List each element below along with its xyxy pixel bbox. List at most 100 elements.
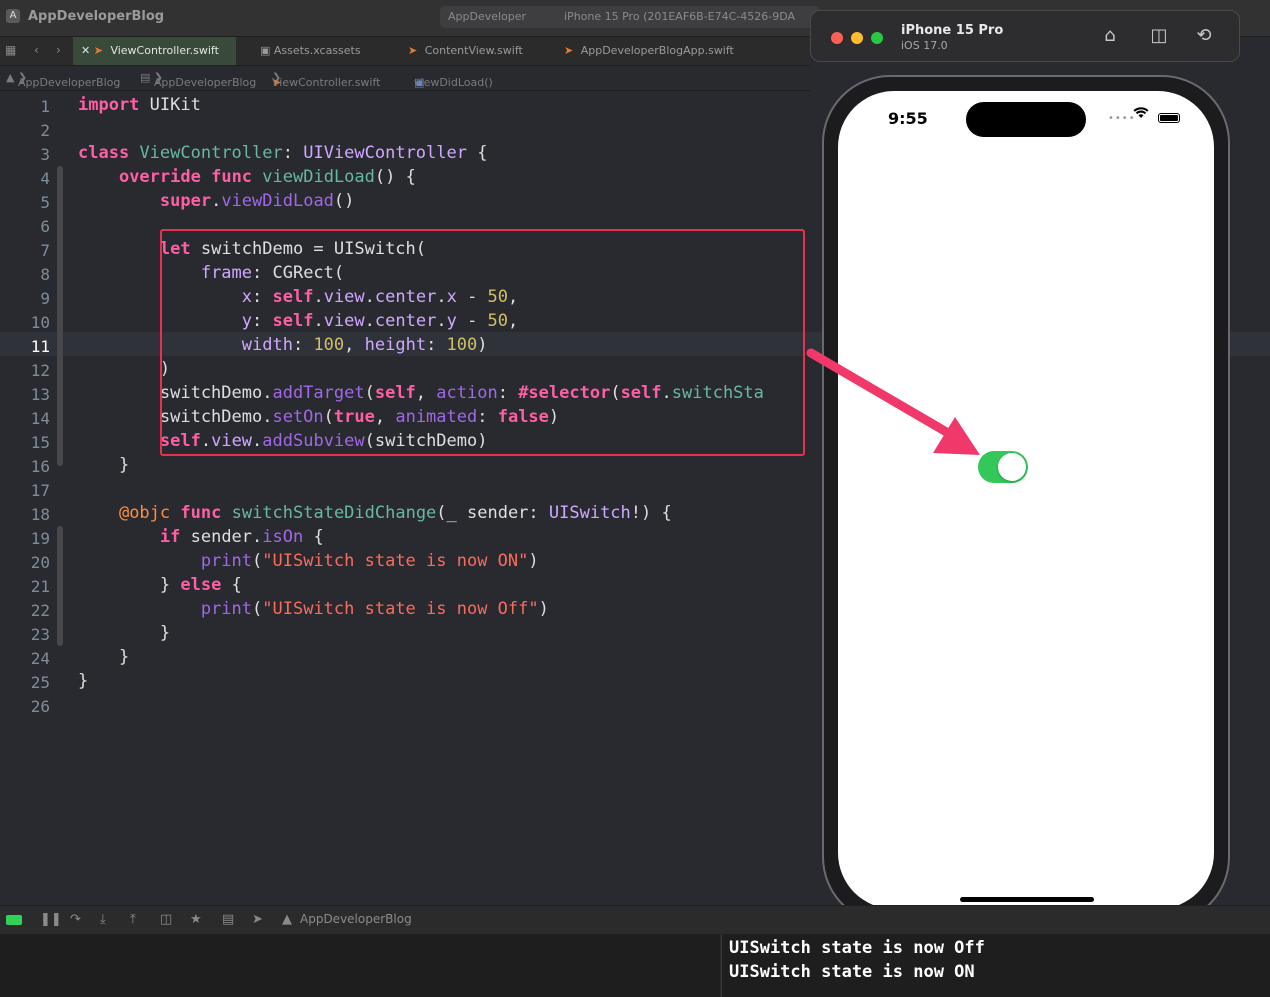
debug-toolbar: ❚❚ ↷ ⤓ ⤒ ◫ ★ ▤ ➤ ▲ AppDeveloperBlog: [0, 905, 1270, 935]
line-number: 2: [40, 121, 50, 140]
line-number-current: 11: [30, 337, 50, 356]
code-line: }: [78, 671, 89, 691]
code-line: import UIKit: [78, 95, 201, 115]
home-indicator[interactable]: [960, 897, 1094, 902]
code-line: class ViewController: UIViewController {: [78, 143, 488, 163]
view-hierarchy-icon[interactable]: ◫: [160, 912, 172, 927]
minimize-window-button[interactable]: [851, 32, 863, 44]
simulator-os-version: iOS 17.0: [901, 39, 948, 52]
line-number: 19: [30, 529, 50, 548]
status-bar-time: 9:55: [888, 109, 928, 128]
annotation-arrow: [806, 348, 980, 455]
debug-area-toggle[interactable]: [6, 915, 22, 925]
swift-file-icon: ➤: [564, 44, 574, 57]
console-line: UISwitch state is now ON: [729, 962, 975, 982]
code-line: if sender.isOn {: [159, 527, 324, 547]
line-number: 20: [30, 553, 50, 572]
tab-contentview[interactable]: ➤ ContentView.swift: [400, 37, 550, 65]
line-number: 16: [30, 457, 50, 476]
line-number: 23: [30, 625, 50, 644]
step-out-icon[interactable]: ⤒: [130, 912, 136, 927]
code-line: override func viewDidLoad() {: [118, 167, 416, 187]
battery-icon: [1158, 113, 1180, 123]
back-chevron-icon[interactable]: ‹: [34, 43, 39, 57]
line-number: 6: [40, 217, 50, 236]
code-line: }: [78, 455, 130, 475]
line-number: 26: [30, 697, 50, 716]
line-number: 22: [30, 601, 50, 620]
tab-assets[interactable]: ▣ Assets.xcassets: [252, 37, 402, 65]
scheme-selector[interactable]: AppDeveloper iPhone 15 Pro (201EAF6B-E74…: [440, 6, 820, 28]
home-icon[interactable]: ⌂: [1099, 25, 1121, 47]
line-number: 21: [30, 577, 50, 596]
location-icon[interactable]: ➤: [252, 912, 263, 927]
line-number: 5: [40, 193, 50, 212]
line-number: 12: [30, 361, 50, 380]
line-number: 3: [40, 145, 50, 164]
line-number: 9: [40, 289, 50, 308]
code-line: print("UISwitch state is now Off"): [200, 599, 549, 619]
iphone-simulator: 9:55 ••••: [822, 75, 1230, 925]
rotate-icon[interactable]: ⟲: [1193, 25, 1215, 47]
close-window-button[interactable]: [831, 32, 843, 44]
line-number: 8: [40, 265, 50, 284]
line-number: 1: [40, 97, 50, 116]
line-number: 7: [40, 241, 50, 260]
simulator-device-name: iPhone 15 Pro: [901, 23, 1004, 38]
line-number: 24: [30, 649, 50, 668]
swift-file-icon: ➤: [93, 44, 103, 57]
memory-graph-icon[interactable]: ★: [190, 912, 202, 927]
simulator-screen[interactable]: 9:55 ••••: [838, 91, 1214, 909]
tab-appdeveloperblogapp[interactable]: ➤ AppDeveloperBlogApp.swift: [556, 37, 756, 65]
debug-target-name: AppDeveloperBlog: [300, 912, 412, 926]
change-bar: [57, 166, 63, 466]
editor-tab-bar: ▦ ‹ › ✕ ➤ ViewController.swift ▣ Assets.…: [0, 37, 810, 66]
swift-file-icon: ➤: [408, 44, 418, 57]
code-line: }: [78, 623, 171, 643]
breadcrumb-item-project[interactable]: ▲ AppDeveloperBlog ❯: [6, 71, 120, 89]
dynamic-island: [966, 102, 1086, 137]
screenshot-camera-icon[interactable]: ◫: [1148, 25, 1170, 47]
target-app-icon: ▲: [282, 912, 292, 927]
step-over-icon[interactable]: ↷: [70, 912, 81, 927]
code-line: }: [78, 647, 130, 667]
code-line: print("UISwitch state is now ON"): [200, 551, 539, 571]
assets-icon: ▣: [260, 44, 271, 57]
code-line: } else {: [78, 575, 242, 595]
run-destination: iPhone 15 Pro (201EAF6B-E74C-4526-9DA: [564, 10, 796, 23]
breadcrumb: ▲ AppDeveloperBlog ❯ ▤ AppDeveloperBlog …: [0, 66, 810, 91]
navigator-grid-icon[interactable]: ▦: [5, 43, 16, 57]
line-number: 15: [30, 433, 50, 452]
pause-icon[interactable]: ❚❚: [40, 912, 62, 927]
cellular-signal-icon: ••••: [1108, 113, 1136, 124]
line-number: 14: [30, 409, 50, 428]
code-line: @objc func switchStateDidChange(_ sender…: [118, 503, 672, 523]
window-title: AppDeveloperBlog: [28, 9, 165, 24]
change-bar: [57, 526, 63, 646]
close-icon[interactable]: ✕: [81, 44, 90, 57]
zoom-window-button[interactable]: [871, 32, 883, 44]
line-number: 17: [30, 481, 50, 500]
line-number: 4: [40, 169, 50, 188]
wifi-icon: [1133, 107, 1149, 123]
forward-chevron-icon[interactable]: ›: [56, 43, 61, 57]
annotation-highlight-box: [160, 229, 805, 456]
scheme-name: AppDeveloper: [448, 10, 527, 23]
line-number: 18: [30, 505, 50, 524]
tab-label: ViewController.swift: [110, 44, 219, 57]
step-into-icon[interactable]: ⤓: [100, 912, 106, 927]
tab-label: AppDeveloperBlogApp.swift: [580, 44, 734, 57]
breadcrumb-item-folder[interactable]: ▤ AppDeveloperBlog ❯: [140, 71, 256, 89]
xcode-app-icon: A: [6, 9, 20, 23]
console-output[interactable]: UISwitch state is now Off UISwitch state…: [721, 934, 1270, 997]
environment-icon[interactable]: ▤: [222, 912, 234, 927]
line-number: 10: [30, 313, 50, 332]
console-line: UISwitch state is now Off: [729, 938, 985, 958]
simulator-toolbar: iPhone 15 Pro iOS 17.0 ⌂ ◫ ⟲: [810, 10, 1240, 62]
code-line: ): [78, 359, 171, 379]
line-number: 13: [30, 385, 50, 404]
breadcrumb-item-file[interactable]: ➤ ViewController.swift ❯: [272, 71, 380, 89]
tab-label: ContentView.swift: [424, 44, 523, 57]
code-line: super.viewDidLoad(): [159, 191, 355, 211]
tab-viewcontroller[interactable]: ✕ ➤ ViewController.swift: [73, 37, 236, 65]
